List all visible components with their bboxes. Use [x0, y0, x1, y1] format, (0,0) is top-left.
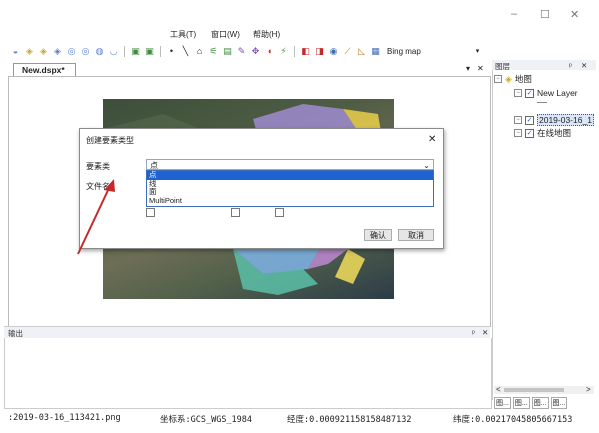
dialog-close-icon[interactable]: ✕: [428, 134, 436, 145]
edit-icon[interactable]: ◈: [24, 46, 35, 57]
menu-window[interactable]: 窗口(W): [211, 29, 240, 40]
layers-panel-header: 图层 ᵖ ✕: [492, 60, 596, 71]
tree-item-new-layer[interactable]: − ✓ New Layer: [514, 88, 578, 98]
layer-icon[interactable]: ◈: [52, 46, 63, 57]
collapse-icon[interactable]: −: [514, 129, 522, 137]
zoom-in-icon[interactable]: ◎: [66, 46, 77, 57]
option-point[interactable]: 点: [147, 170, 433, 180]
bottom-tab[interactable]: 图...: [550, 397, 568, 409]
close-window-button[interactable]: ✕: [570, 8, 579, 21]
pen-icon[interactable]: ✎: [236, 46, 247, 57]
field-checkbox[interactable]: [231, 208, 240, 217]
layers-horizontal-scrollbar[interactable]: < >: [494, 385, 594, 394]
option-multipoint[interactable]: MultiPoint: [147, 196, 433, 206]
layer-visible-checkbox[interactable]: ✓: [525, 88, 534, 98]
tree-map-root[interactable]: − ◈ 地图: [494, 73, 532, 85]
toolbar-separator: [124, 45, 125, 57]
toolbar: ◒ ◈ ◈ ◈ ◎ ◎ ◍ ◡ ▣ ▣ • ╲ ⌂ ⚟ ▤ ✎ ✥ ◖ ⚡ ◧ …: [10, 43, 480, 59]
field-checkbox[interactable]: [146, 208, 155, 217]
tree-item-label: 在线地图: [537, 128, 572, 138]
split-icon[interactable]: ⚡: [278, 46, 289, 57]
layer-visible-checkbox[interactable]: ✓: [525, 115, 534, 125]
attribute-icon[interactable]: ▤: [222, 46, 233, 57]
feature-type-value: 点: [150, 161, 158, 170]
maximize-button[interactable]: ☐: [540, 8, 550, 21]
status-longitude: 经度:0.000921158158487132: [287, 415, 412, 425]
field-checkbox[interactable]: [275, 208, 284, 217]
refresh-icon[interactable]: ◡: [108, 46, 119, 57]
pan-icon[interactable]: ◍: [94, 46, 105, 57]
zoom-out-icon[interactable]: ◎: [80, 46, 91, 57]
toolbar-separator: [294, 45, 295, 57]
toolbar-separator: [160, 45, 161, 57]
map-folder-icon: ◈: [505, 73, 512, 84]
vertex-tool-icon[interactable]: ⚟: [208, 46, 219, 57]
open-icon[interactable]: ◒: [10, 46, 21, 57]
dialog-title: 创建要素类型: [86, 136, 134, 145]
tree-item-label: 2019-03-16_1: [537, 114, 594, 126]
document-menu-icon[interactable]: ▾: [466, 64, 470, 73]
line-tool-icon[interactable]: ╲: [180, 46, 191, 57]
deselect-icon[interactable]: ◨: [314, 46, 325, 57]
scroll-right-icon[interactable]: >: [586, 385, 591, 394]
option-polygon[interactable]: 面: [147, 187, 433, 197]
menu-help[interactable]: 帮助(H): [253, 29, 280, 40]
status-latitude: 纬度:0.0021704580566715З: [453, 415, 573, 425]
polygon-tool-icon[interactable]: ⌂: [194, 46, 205, 57]
tree-item-label: New Layer: [537, 88, 578, 98]
cancel-button[interactable]: 取消: [398, 229, 434, 241]
add-layer-icon[interactable]: ▣: [130, 46, 141, 57]
measure-icon[interactable]: ⟋: [342, 46, 353, 57]
scroll-left-icon[interactable]: <: [496, 385, 501, 394]
layer-visible-checkbox[interactable]: ✓: [525, 128, 534, 138]
tree-map-label: 地图: [514, 74, 532, 84]
layers-close-icon[interactable]: ✕: [581, 61, 587, 70]
basemap-dropdown-icon[interactable]: ▾: [476, 47, 480, 55]
document-close-icon[interactable]: ✕: [477, 64, 484, 73]
layers-bottom-tabs: 图... 图... 图... 图...: [494, 397, 594, 409]
output-panel-header: 输出 ᵖ ✕: [4, 326, 490, 338]
bottom-tab[interactable]: 图...: [512, 397, 530, 409]
output-panel-body: [4, 338, 492, 409]
annotation-arrow: [77, 179, 115, 255]
minimize-button[interactable]: –: [511, 8, 517, 20]
output-pin-icon[interactable]: ᵖ: [472, 328, 475, 337]
scroll-thumb[interactable]: [504, 388, 564, 392]
ok-button[interactable]: 确认: [364, 229, 392, 241]
tab-new-dspx[interactable]: New.dspx*: [13, 63, 76, 76]
basemap-select[interactable]: Bing map: [387, 47, 421, 56]
feature-type-options: 点 线 面 MultiPoint: [146, 170, 434, 207]
tree-item-image[interactable]: − ✓ 2019-03-16_1: [514, 114, 594, 126]
create-feature-type-dialog: 创建要素类型 ✕ 要素类 点 ⌄ 文件名 点 线 面 MultiPoint 确认…: [79, 128, 444, 249]
layer-symbol-line: [537, 102, 547, 103]
magnet-icon[interactable]: ◖: [264, 46, 275, 57]
output-close-icon[interactable]: ✕: [482, 328, 488, 337]
move-feature-icon[interactable]: ✥: [250, 46, 261, 57]
ruler-icon[interactable]: ◺: [356, 46, 367, 57]
feature-type-select[interactable]: 点 ⌄: [146, 159, 434, 170]
bottom-tab[interactable]: 图...: [531, 397, 549, 409]
menu-tools[interactable]: 工具(T): [170, 29, 196, 40]
bottom-tab[interactable]: 图...: [494, 397, 511, 409]
select-icon[interactable]: ◧: [300, 46, 311, 57]
status-file: :2019-03-16_113421.png: [8, 413, 121, 423]
move-icon[interactable]: ◈: [38, 46, 49, 57]
option-line[interactable]: 线: [147, 179, 433, 189]
point-tool-icon[interactable]: •: [166, 46, 177, 57]
tree-item-online-map[interactable]: − ✓ 在线地图: [514, 127, 571, 139]
layers-pin-icon[interactable]: ᵖ: [569, 61, 572, 70]
status-crs: 坐标系:GCS_WGS_1984: [160, 415, 253, 425]
collapse-icon[interactable]: −: [514, 116, 522, 124]
feature-type-label: 要素类: [86, 162, 110, 171]
new-layer-icon[interactable]: ▣: [144, 46, 155, 57]
table-icon[interactable]: ▦: [370, 46, 381, 57]
identify-icon[interactable]: ◉: [328, 46, 339, 57]
collapse-icon[interactable]: −: [514, 89, 522, 97]
collapse-icon[interactable]: −: [494, 75, 502, 83]
